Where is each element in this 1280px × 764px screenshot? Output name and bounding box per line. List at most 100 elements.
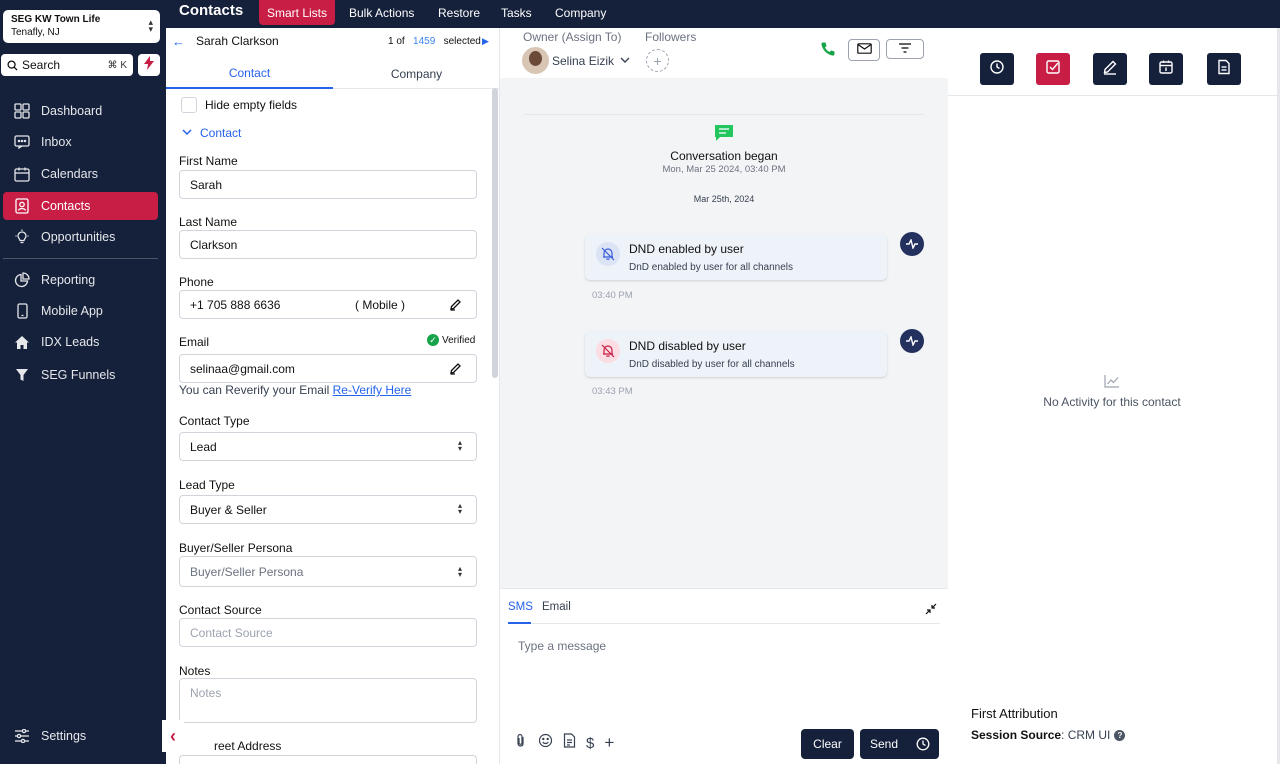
schedule-clock-icon[interactable]	[916, 737, 930, 751]
phone-label: Phone	[179, 275, 214, 289]
collapse-panel-button[interactable]: ‹	[162, 720, 184, 752]
bell-off-icon	[596, 339, 620, 363]
mobile-icon	[13, 302, 31, 320]
bell-off-icon	[596, 242, 620, 266]
filter-button[interactable]	[886, 39, 924, 59]
sidebar-item-mobile-app[interactable]: Mobile App	[3, 297, 158, 325]
dollar-icon[interactable]: $	[586, 735, 594, 752]
record-name: Sarah Clarkson	[196, 34, 279, 48]
section-label: Contact	[200, 126, 242, 140]
contact-type-select[interactable]: Lead ▴ ▾	[179, 432, 477, 461]
page-title: Contacts	[179, 2, 244, 19]
select-caret-icon: ▴ ▾	[457, 564, 462, 579]
last-name-field[interactable]: Clarkson	[179, 230, 477, 259]
pencil-icon[interactable]	[449, 298, 462, 314]
sidebar-item-idx-leads[interactable]: IDX Leads	[3, 328, 158, 356]
persona-label: Buyer/Seller Persona	[179, 541, 293, 555]
plus-icon: +	[653, 52, 662, 69]
lead-type-select[interactable]: Buyer & Seller ▴ ▾	[179, 495, 477, 524]
notes-textarea[interactable]: Notes	[179, 678, 477, 723]
email-label: Email	[179, 335, 210, 349]
sidebar-item-opportunities[interactable]: Opportunities	[3, 223, 158, 251]
back-arrow-icon[interactable]: ←	[172, 34, 185, 49]
clear-button[interactable]: Clear	[801, 729, 854, 759]
search-input[interactable]: Search ⌘ K	[1, 54, 133, 76]
next-record-icon[interactable]: ▶	[482, 36, 489, 47]
tab-company[interactable]: Company	[547, 0, 614, 25]
tab-email[interactable]: Email	[542, 601, 571, 613]
help-icon[interactable]: ?	[1114, 729, 1126, 741]
sidebar-item-calendars[interactable]: Calendars	[3, 160, 158, 188]
contact-source-label: Contact Source	[179, 603, 262, 617]
followers-label: Followers	[645, 30, 697, 44]
phone-call-icon[interactable]	[820, 41, 836, 62]
contact-source-field[interactable]: Contact Source	[179, 618, 477, 647]
sidebar: SEG KW Town Life Tenafly, NJ ▴ ▾ Search ⌘…	[0, 0, 166, 764]
history-button[interactable]	[980, 53, 1014, 85]
search-icon	[7, 59, 18, 71]
activity-title: DND disabled by user	[629, 339, 746, 353]
message-textarea[interactable]: Type a message	[508, 625, 940, 717]
tab-sms[interactable]: SMS	[508, 601, 533, 613]
conversation-header: Owner (Assign To) Selina Eizik Followers…	[500, 28, 948, 78]
checkbox[interactable]	[181, 97, 197, 113]
sidebar-item-contacts[interactable]: Contacts	[3, 192, 158, 220]
first-name-field[interactable]: Sarah	[179, 170, 477, 199]
tasks-button[interactable]	[1036, 53, 1070, 85]
date-divider: Mar 25th, 2024	[693, 194, 755, 204]
collapse-arrows-icon[interactable]	[925, 602, 937, 620]
tab-restore[interactable]: Restore	[430, 0, 488, 25]
up-down-caret-icon: ▴ ▾	[148, 17, 153, 34]
owner-select[interactable]: Selina Eizik	[522, 47, 630, 74]
email-button[interactable]	[848, 39, 880, 61]
reverify-note: You can Reverify your Email Re-Verify He…	[179, 383, 411, 397]
sidebar-item-seg-funnels[interactable]: SEG Funnels	[3, 361, 158, 389]
emoji-icon[interactable]	[538, 733, 553, 753]
persona-select[interactable]: Buyer/Seller Persona ▴ ▾	[179, 556, 477, 587]
street-address-field[interactable]	[179, 755, 477, 764]
detail-tabs: Contact Company	[166, 58, 500, 89]
tab-smart-lists[interactable]: Smart Lists	[259, 0, 336, 25]
history-clock-icon	[989, 59, 1005, 80]
section-toggle-contact[interactable]: Contact	[182, 126, 241, 140]
composer-toolbar: $ +	[514, 733, 614, 753]
documents-button[interactable]	[1207, 53, 1241, 85]
tab-bulk-actions[interactable]: Bulk Actions	[341, 0, 422, 25]
chevron-down-icon	[620, 57, 630, 64]
sidebar-item-dashboard[interactable]: Dashboard	[3, 97, 158, 125]
location-switcher[interactable]: SEG KW Town Life Tenafly, NJ ▴ ▾	[3, 10, 160, 43]
phone-field[interactable]: +1 705 888 6636 ( Mobile )	[179, 290, 477, 319]
contacts-icon	[13, 197, 31, 215]
add-follower-button[interactable]: +	[646, 49, 669, 72]
sidebar-item-label: Mobile App	[41, 304, 103, 318]
hide-empty-fields-toggle[interactable]: Hide empty fields	[181, 97, 297, 113]
sidebar-item-inbox[interactable]: Inbox	[3, 128, 158, 156]
plus-icon[interactable]: +	[604, 733, 614, 753]
tab-tasks[interactable]: Tasks	[493, 0, 540, 25]
chevron-left-icon: ‹	[170, 725, 176, 746]
sidebar-item-reporting[interactable]: Reporting	[3, 266, 158, 294]
select-caret-icon: ▴ ▾	[457, 438, 462, 453]
notes-label: Notes	[179, 664, 211, 678]
tab-company-detail[interactable]: Company	[333, 58, 500, 89]
reverify-link[interactable]: Re-Verify Here	[333, 383, 412, 397]
pencil-icon[interactable]	[449, 362, 462, 378]
appointments-button[interactable]	[1149, 53, 1183, 85]
record-navigator: ← Sarah Clarkson 1 of 1459 selected ▶	[166, 28, 500, 54]
email-field[interactable]: selinaa@gmail.com	[179, 354, 477, 383]
check-circle-icon: ✓	[427, 334, 439, 346]
sidebar-item-label: Inbox	[41, 135, 72, 149]
quick-actions-button[interactable]	[138, 54, 160, 76]
conversation-start: Conversation began Mon, Mar 25 2024, 03:…	[500, 124, 948, 175]
paperclip-icon[interactable]	[514, 733, 528, 753]
conversation-panel: Owner (Assign To) Selina Eizik Followers…	[500, 28, 948, 764]
verified-label: Verified	[442, 334, 476, 346]
sidebar-item-label: Contacts	[41, 199, 91, 213]
sidebar-item-settings[interactable]: Settings	[3, 722, 158, 750]
record-total[interactable]: 1459	[413, 36, 435, 47]
scrollbar[interactable]	[492, 88, 498, 378]
document-icon[interactable]	[563, 733, 576, 753]
send-button[interactable]: Send	[860, 729, 939, 759]
tab-contact[interactable]: Contact	[166, 58, 333, 89]
notes-button[interactable]	[1093, 53, 1127, 85]
